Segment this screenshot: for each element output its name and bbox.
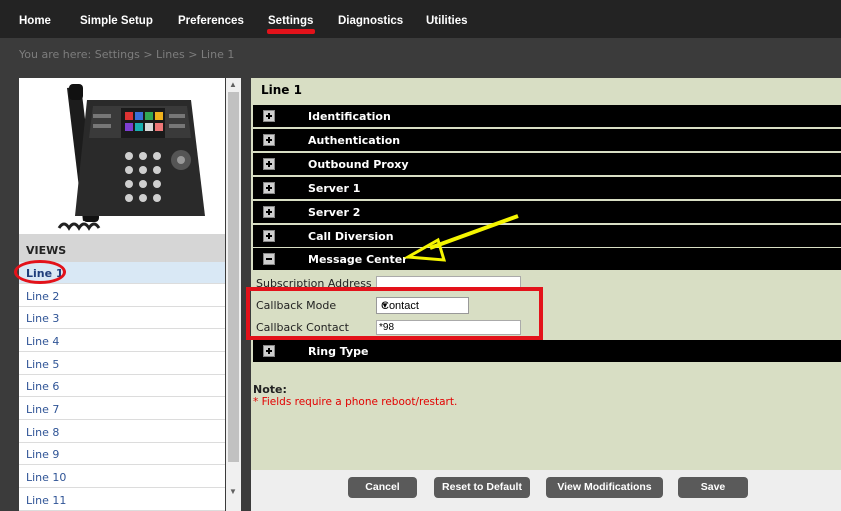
plus-box-icon[interactable] <box>263 134 275 146</box>
desk-phone-icon <box>57 84 205 231</box>
section-label: Authentication <box>308 134 401 147</box>
button-bar: Cancel Reset to Default View Modificatio… <box>251 470 841 511</box>
sidebar-item-line-2[interactable]: Line 2 <box>19 285 225 307</box>
sidebar-item-line-3[interactable]: Line 3 <box>19 307 225 329</box>
minus-box-icon[interactable] <box>263 253 275 265</box>
nav-preferences[interactable]: Preferences <box>178 15 244 27</box>
section-server-1[interactable]: Server 1 <box>253 177 841 199</box>
page-title: Line 1 <box>261 83 302 97</box>
view-modifications-button[interactable]: View Modifications <box>546 477 663 498</box>
active-nav-underline <box>267 29 315 34</box>
nav-settings[interactable]: Settings <box>268 15 313 27</box>
sidebar: VIEWS Line 1 Line 2 Line 3 Line 4 Line 5… <box>19 78 225 511</box>
section-authentication[interactable]: Authentication <box>253 129 841 151</box>
section-identification[interactable]: Identification <box>253 105 841 127</box>
section-label: Call Diversion <box>308 230 394 243</box>
breadcrumb-bar: You are here: Settings > Lines > Line 1 <box>0 38 841 70</box>
section-label: Outbound Proxy <box>308 158 409 171</box>
line-label: Line 8 <box>26 426 60 439</box>
nav-simple-setup[interactable]: Simple Setup <box>80 15 153 27</box>
line-label: Line 11 <box>26 494 67 507</box>
line-label: Line 10 <box>26 471 67 484</box>
section-message-center[interactable]: Message Center <box>253 248 841 270</box>
section-outbound-proxy[interactable]: Outbound Proxy <box>253 153 841 175</box>
line-label: Line 5 <box>26 358 60 371</box>
section-label: Server 2 <box>308 206 361 219</box>
line-label: Line 7 <box>26 403 60 416</box>
views-label: VIEWS <box>26 244 67 257</box>
sidebar-item-line-8[interactable]: Line 8 <box>19 421 225 443</box>
sidebar-item-line-9[interactable]: Line 9 <box>19 443 225 465</box>
section-call-diversion[interactable]: Call Diversion <box>253 225 841 247</box>
annotation-arrow-icon <box>403 214 519 262</box>
sidebar-item-line-7[interactable]: Line 7 <box>19 398 225 420</box>
line-label: Line 9 <box>26 448 60 461</box>
section-label: Message Center <box>308 253 408 266</box>
plus-box-icon[interactable] <box>263 182 275 194</box>
reset-to-default-button[interactable]: Reset to Default <box>434 477 530 498</box>
phone-image <box>19 78 225 234</box>
section-label: Ring Type <box>308 345 369 358</box>
scrollbar-thumb[interactable] <box>228 92 239 462</box>
line-label: Line 3 <box>26 312 60 325</box>
nav-home[interactable]: Home <box>19 15 51 27</box>
line-label: Line 4 <box>26 335 60 348</box>
plus-box-icon[interactable] <box>263 230 275 242</box>
plus-box-icon[interactable] <box>263 158 275 170</box>
sidebar-item-line-5[interactable]: Line 5 <box>19 353 225 375</box>
note-text: * Fields require a phone reboot/restart. <box>253 396 458 408</box>
sidebar-item-line-6[interactable]: Line 6 <box>19 375 225 397</box>
sidebar-item-line-11[interactable]: Line 11 <box>19 489 225 511</box>
sidebar-item-line-4[interactable]: Line 4 <box>19 330 225 352</box>
sidebar-item-line-10[interactable]: Line 10 <box>19 466 225 488</box>
sidebar-scrollbar[interactable]: ▲ ▼ <box>226 78 241 511</box>
triangle-up-icon[interactable]: ▲ <box>229 81 237 89</box>
note-title: Note: <box>253 383 287 396</box>
cancel-button[interactable]: Cancel <box>348 477 417 498</box>
annotation-circle <box>14 260 66 284</box>
line-label: Line 2 <box>26 290 60 303</box>
nav-diagnostics[interactable]: Diagnostics <box>338 15 403 27</box>
plus-box-icon[interactable] <box>263 110 275 122</box>
views-header: VIEWS <box>19 234 225 262</box>
breadcrumb: You are here: Settings > Lines > Line 1 <box>19 48 235 61</box>
plus-box-icon[interactable] <box>263 206 275 218</box>
section-ring-type[interactable]: Ring Type <box>253 340 841 362</box>
section-server-2[interactable]: Server 2 <box>253 201 841 223</box>
section-label: Identification <box>308 110 391 123</box>
save-button[interactable]: Save <box>678 477 748 498</box>
plus-box-icon[interactable] <box>263 345 275 357</box>
nav-utilities[interactable]: Utilities <box>426 15 468 27</box>
top-nav: Home Simple Setup Preferences Settings D… <box>0 0 841 38</box>
section-label: Server 1 <box>308 182 361 195</box>
line-label: Line 6 <box>26 380 60 393</box>
annotation-box <box>246 287 543 340</box>
triangle-down-icon[interactable]: ▼ <box>229 488 237 496</box>
